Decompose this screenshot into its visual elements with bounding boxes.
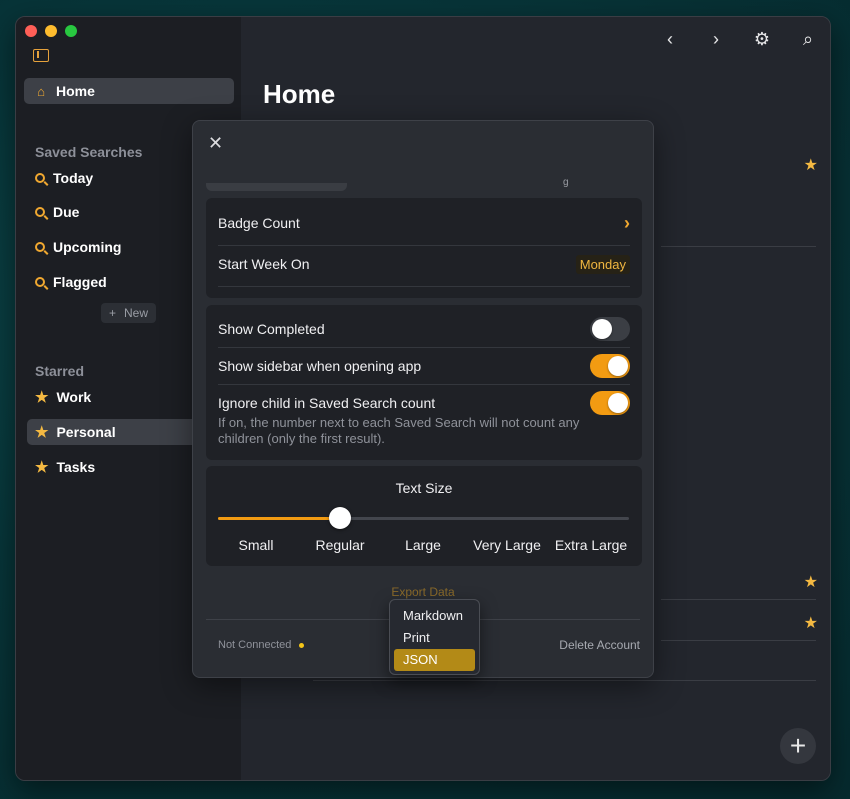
delete-account-button[interactable]: Delete Account: [559, 638, 640, 652]
settings-icon[interactable]: ⚙: [752, 29, 772, 50]
add-button[interactable]: +: [780, 728, 816, 764]
search-icon: [35, 277, 45, 287]
show-sidebar-row: Show sidebar when opening app: [218, 354, 630, 378]
back-icon[interactable]: ‹: [660, 29, 680, 50]
ignore-child-description: If on, the number next to each Saved Sea…: [218, 415, 580, 446]
star-icon[interactable]: ★: [804, 572, 818, 592]
show-sidebar-label: Show sidebar when opening app: [218, 358, 422, 374]
settings-modal: ✕ g Badge Count › Start Week On Monday S…: [192, 120, 654, 678]
star-icon[interactable]: ★: [804, 613, 818, 633]
starred-heading: Starred: [35, 363, 85, 379]
toggle-knob: [608, 393, 628, 413]
search-icon: [35, 173, 45, 183]
close-icon[interactable]: ✕: [208, 133, 223, 154]
ignore-child-row: Ignore child in Saved Search count: [218, 391, 630, 415]
sidebar-item-label: Due: [53, 204, 80, 220]
star-icon: ★: [35, 459, 49, 476]
divider: [661, 640, 816, 641]
home-icon: ⌂: [37, 83, 45, 99]
status-dot-icon: [299, 642, 305, 648]
badge-count-row[interactable]: Badge Count ›: [218, 211, 630, 235]
close-window-button[interactable]: [25, 25, 37, 37]
sidebar-item-work[interactable]: ★ Work: [35, 388, 91, 406]
sidebar-item-label: Work: [56, 389, 92, 405]
chevron-right-icon: ›: [624, 212, 630, 233]
new-button-label: New: [124, 306, 149, 320]
page-title: Home: [263, 79, 336, 109]
sidebar-item-home[interactable]: ⌂ Home: [24, 78, 234, 104]
divider: [313, 680, 816, 681]
search-icon: [35, 207, 45, 217]
search-icon: [35, 242, 45, 252]
show-completed-row: Show Completed: [218, 317, 630, 341]
sidebar-item-label: Tasks: [56, 459, 96, 475]
show-sidebar-toggle[interactable]: [590, 354, 630, 378]
sidebar-item-flagged[interactable]: Flagged: [35, 274, 107, 290]
ignore-child-label: Ignore child in Saved Search count: [218, 395, 436, 411]
start-week-label: Start Week On: [218, 256, 310, 272]
text-size-very-large[interactable]: Very Large: [473, 537, 541, 553]
forward-icon[interactable]: ›: [706, 29, 726, 50]
divider: [218, 384, 630, 385]
search-icon[interactable]: ⌕: [798, 29, 818, 50]
sidebar-item-label: Upcoming: [53, 239, 122, 255]
sidebar-item-label: Personal: [56, 424, 116, 440]
window-controls: [25, 25, 77, 37]
plus-icon: +: [108, 306, 116, 320]
star-icon[interactable]: ★: [804, 155, 818, 175]
divider: [661, 246, 816, 247]
start-week-row[interactable]: Start Week On Monday: [218, 252, 630, 276]
ignore-child-toggle[interactable]: [590, 391, 630, 415]
divider: [218, 347, 630, 348]
text-size-small[interactable]: Small: [238, 537, 273, 553]
export-menu: Markdown Print JSON: [389, 599, 480, 675]
sidebar-item-today[interactable]: Today: [35, 170, 93, 186]
sidebar-item-label: Flagged: [53, 274, 107, 290]
new-saved-search-button[interactable]: + New: [101, 303, 156, 323]
general-card: Badge Count › Start Week On Monday: [206, 198, 642, 298]
sidebar-item-due[interactable]: Due: [35, 204, 79, 220]
toolbar: ‹ › ⚙ ⌕: [660, 29, 818, 50]
divider: [661, 599, 816, 600]
toggle-knob: [592, 319, 612, 339]
slider-thumb[interactable]: [329, 507, 351, 529]
zoom-window-button[interactable]: [65, 25, 77, 37]
text-size-large[interactable]: Large: [405, 537, 441, 553]
show-completed-toggle[interactable]: [590, 317, 630, 341]
export-print-item[interactable]: Print: [394, 627, 475, 649]
text-size-card: Text Size Small Regular Large Very Large…: [206, 466, 642, 566]
text-size-regular[interactable]: Regular: [315, 537, 364, 553]
show-completed-label: Show Completed: [218, 321, 325, 337]
sidebar-item-upcoming[interactable]: Upcoming: [35, 239, 121, 255]
minimize-window-button[interactable]: [45, 25, 57, 37]
text-size-slider[interactable]: [218, 517, 629, 520]
start-week-select[interactable]: Monday: [575, 254, 630, 274]
connection-status-label: Not Connected: [218, 639, 292, 651]
display-card: Show Completed Show sidebar when opening…: [206, 305, 642, 460]
star-icon: ★: [35, 424, 49, 441]
sidebar-toggle-icon[interactable]: [33, 49, 49, 62]
export-data-button[interactable]: Export Data: [193, 585, 653, 599]
sidebar-item-label: Today: [53, 170, 94, 186]
badge-count-label: Badge Count: [218, 215, 300, 231]
text-size-title: Text Size: [395, 480, 453, 496]
scrolled-text: g: [563, 177, 569, 188]
toggle-knob: [608, 356, 628, 376]
sidebar-item-personal[interactable]: ★ Personal: [35, 423, 116, 441]
saved-searches-heading: Saved Searches: [35, 144, 143, 160]
export-markdown-item[interactable]: Markdown: [394, 605, 475, 627]
sidebar-item-label: Home: [56, 83, 95, 99]
star-icon: ★: [35, 389, 49, 406]
slider-fill: [218, 517, 340, 520]
divider: [218, 245, 630, 246]
connection-status: Not Connected: [218, 639, 305, 651]
scrolled-segment: [206, 183, 347, 191]
export-json-item[interactable]: JSON: [394, 649, 475, 671]
text-size-extra-large[interactable]: Extra Large: [555, 537, 627, 553]
sidebar-item-tasks[interactable]: ★ Tasks: [35, 458, 95, 476]
divider: [218, 286, 630, 287]
